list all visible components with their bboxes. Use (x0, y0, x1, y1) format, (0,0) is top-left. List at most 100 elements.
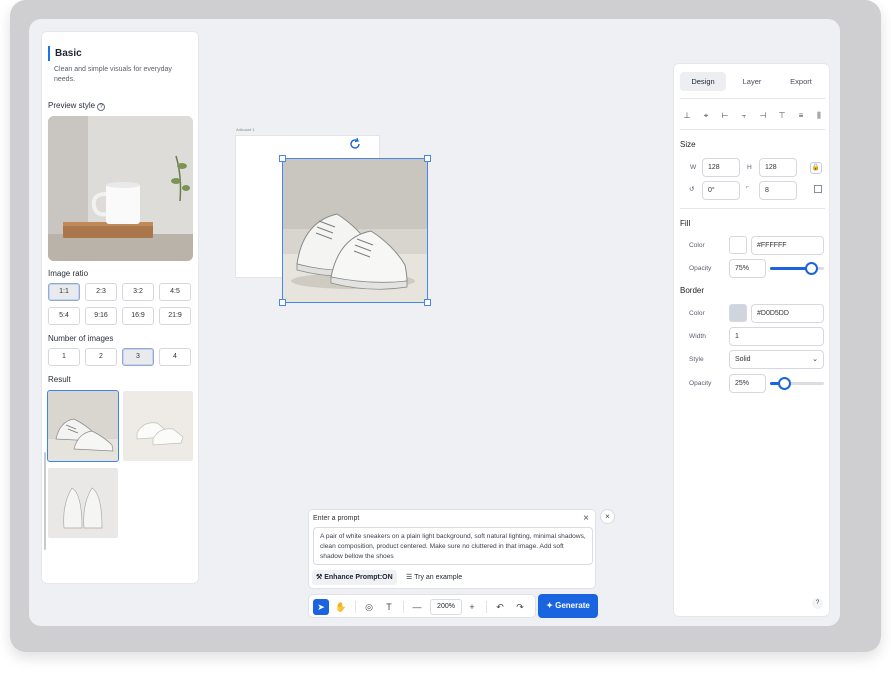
try-example-button[interactable]: ☰ Try an example (402, 570, 466, 585)
border-opacity-input[interactable]: 25% (729, 374, 766, 393)
rotation-input[interactable]: 0° (702, 181, 740, 200)
generate-button[interactable]: ✦ Generate (538, 594, 598, 618)
resize-handle[interactable] (424, 299, 431, 306)
lock-ratio-icon[interactable]: 🔒 (810, 162, 822, 174)
redo-icon[interactable]: ↷ (512, 599, 528, 615)
help-button[interactable]: ? (812, 598, 823, 609)
select-cursor-icon[interactable]: ➤ (313, 599, 329, 615)
ratio-option[interactable]: 3:2 (122, 283, 154, 301)
text-icon[interactable]: T (381, 599, 397, 615)
border-color-input[interactable]: #D0D5DD (751, 304, 824, 323)
height-label: H (747, 164, 752, 171)
fill-color-swatch[interactable] (729, 236, 747, 254)
mug-illustration (48, 116, 193, 261)
fill-color-input[interactable]: #FFFFFF (751, 236, 824, 255)
hand-icon[interactable]: ✋ (333, 599, 349, 615)
prompt-panel: Enter a prompt × A pair of white sneaker… (308, 509, 596, 589)
enhance-prompt-button[interactable]: ⚒ Enhance Prompt:ON (312, 570, 397, 585)
rotate-icon[interactable] (348, 137, 362, 151)
left-panel: Basic Clean and simple visuals for every… (41, 31, 199, 584)
sneaker-image (48, 391, 118, 461)
align-center-h-icon[interactable]: ⌖ (701, 111, 711, 121)
prompt-header: Enter a prompt (313, 515, 360, 522)
count-option[interactable]: 4 (159, 348, 191, 366)
fill-opacity-slider[interactable] (770, 262, 824, 275)
close-icon[interactable]: × (583, 513, 589, 524)
fill-opacity-input[interactable]: 75% (729, 259, 766, 278)
sparkle-list-icon: ☰ (406, 574, 413, 581)
border-color-swatch[interactable] (729, 304, 747, 322)
shapes-icon[interactable]: ◎ (361, 599, 377, 615)
corner-radius-input[interactable]: 8 (759, 181, 797, 200)
count-option[interactable]: 1 (48, 348, 80, 366)
close-prompt-icon[interactable]: × (600, 509, 615, 524)
preview-style-label: Preview style? (48, 101, 106, 111)
sneakers-photo (283, 159, 427, 302)
align-middle-icon[interactable]: ⫟ (739, 111, 749, 121)
count-options: 1 2 3 4 (48, 348, 191, 366)
result-thumbnail[interactable] (123, 391, 193, 461)
ratio-option[interactable]: 2:3 (85, 283, 117, 301)
ratio-option[interactable]: 21:9 (159, 307, 191, 325)
width-input[interactable]: 128 (702, 158, 740, 177)
zoom-level[interactable]: 200% (430, 599, 462, 615)
divider (680, 208, 825, 209)
sparkle-icon: ✦ (546, 601, 553, 610)
count-option[interactable]: 2 (85, 348, 117, 366)
ratio-option[interactable]: 1:1 (48, 283, 80, 301)
border-width-input[interactable]: 1 (729, 327, 824, 346)
border-style-label: Style (689, 356, 704, 363)
border-color-label: Color (689, 310, 705, 317)
result-thumbnail[interactable] (47, 390, 119, 462)
independent-corners-icon[interactable] (814, 185, 822, 193)
align-top-icon[interactable]: ⊤ (777, 111, 787, 121)
height-input[interactable]: 128 (759, 158, 797, 177)
resize-handle[interactable] (424, 155, 431, 162)
help-icon[interactable]: ? (97, 103, 106, 111)
tab-export[interactable]: Export (778, 72, 824, 91)
sneaker-image (123, 391, 193, 461)
fill-color-label: Color (689, 242, 705, 249)
selected-image[interactable] (282, 158, 428, 303)
align-right-icon[interactable]: ⊢ (720, 111, 730, 121)
fill-opacity-label: Opacity (689, 265, 712, 272)
divider (680, 129, 825, 130)
app-screen: Basic Clean and simple visuals for every… (29, 19, 840, 626)
zoom-out-icon[interactable]: — (409, 599, 425, 615)
align-left-icon[interactable]: ⊥ (682, 111, 692, 121)
image-ratio-label: Image ratio (48, 269, 89, 278)
distribute-h-icon[interactable]: ⫼ (814, 111, 824, 121)
border-section-title: Border (680, 286, 705, 295)
preview-style-image[interactable] (48, 116, 193, 261)
border-style-select[interactable]: Solid ⌄ (729, 350, 824, 369)
result-thumbnail[interactable] (48, 468, 118, 538)
prompt-input[interactable]: A pair of white sneakers on a plain ligh… (313, 527, 593, 565)
bottom-toolbar: ➤ ✋ ◎ T — 200% + ↶ ↷ (308, 594, 536, 618)
slider-knob[interactable] (778, 377, 791, 390)
chevron-down-icon: ⌄ (812, 356, 818, 363)
count-option[interactable]: 3 (122, 348, 154, 366)
size-section-title: Size (680, 140, 696, 149)
ratio-option[interactable]: 5:4 (48, 307, 80, 325)
ratio-option[interactable]: 16:9 (122, 307, 154, 325)
resize-handle[interactable] (279, 155, 286, 162)
distribute-v-icon[interactable]: ≡ (796, 111, 806, 121)
tab-layer[interactable]: Layer (729, 72, 775, 91)
fill-section-title: Fill (680, 219, 691, 228)
border-width-label: Width (689, 333, 706, 340)
undo-icon[interactable]: ↶ (492, 599, 508, 615)
ratio-option[interactable]: 9:16 (85, 307, 117, 325)
corner-radius-icon: ⌜ (746, 186, 750, 193)
zoom-in-icon[interactable]: + (464, 599, 480, 615)
left-scrollbar[interactable] (44, 452, 46, 550)
sneaker-image (48, 468, 118, 538)
align-bottom-icon[interactable]: ⊣ (758, 111, 768, 121)
resize-handle[interactable] (279, 299, 286, 306)
border-opacity-slider[interactable] (770, 377, 824, 390)
slider-knob[interactable] (805, 262, 818, 275)
magic-wand-icon: ⚒ (316, 574, 323, 581)
ratio-options: 1:1 2:3 3:2 4:5 5:4 9:16 16:9 21:9 (48, 283, 191, 325)
border-opacity-label: Opacity (689, 380, 712, 387)
tab-design[interactable]: Design (680, 72, 726, 91)
ratio-option[interactable]: 4:5 (159, 283, 191, 301)
